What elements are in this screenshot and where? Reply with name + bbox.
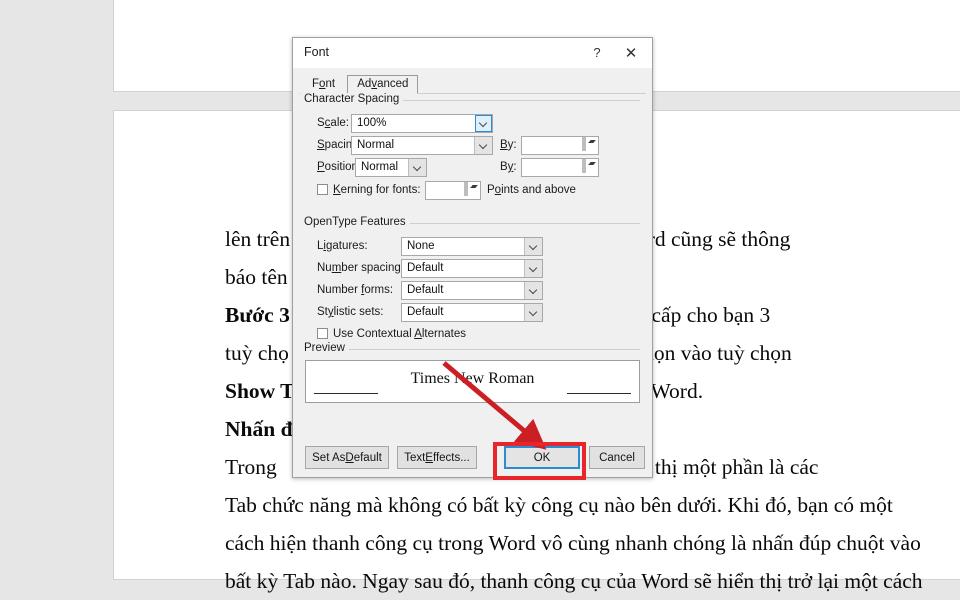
number-spacing-row: Number spacing: Default [293,259,652,278]
number-spacing-label: Number spacing: [317,262,404,274]
group-rule [303,349,640,350]
spinner-buttons[interactable] [464,182,479,198]
character-spacing-label: Character Spacing [300,93,404,105]
position-row: Position: Normal By: [293,158,652,177]
doc-text-run-bold: Show T [225,379,295,403]
cancel-button[interactable]: Cancel [589,446,645,469]
preview-sample-text: Times New Roman [410,370,535,387]
spinner-buttons[interactable] [582,137,597,153]
chevron-down-icon[interactable] [524,304,542,321]
stylistic-sets-value: Default [407,306,444,318]
tab-advanced[interactable]: Advanced [347,75,419,94]
stylistic-sets-row: Stylistic sets: Default [293,303,652,322]
preview-box: Times New Roman [305,360,640,403]
number-forms-combobox[interactable]: Default [401,281,543,300]
contextual-alternates-label: Use Contextual Alternates [333,328,466,340]
kerning-spinner[interactable] [425,181,481,200]
number-forms-row: Number forms: Default [293,281,652,300]
position-combobox[interactable]: Normal [355,158,427,177]
preview-label: Preview [300,342,349,354]
doc-text-run: tuỳ chọ [225,341,289,365]
preview-rule-left [314,393,378,394]
close-icon[interactable]: ✕ [616,38,646,67]
dialog-titlebar: Font ? ✕ [293,38,652,68]
stylistic-sets-label: Stylistic sets: [317,306,384,318]
doc-text-run-bold: Nhấn đ [225,417,293,441]
number-forms-label: Number forms: [317,284,394,296]
help-icon[interactable]: ? [582,38,612,67]
spinner-down-icon[interactable] [584,137,596,151]
scale-combobox[interactable]: 100% [351,114,493,133]
kerning-row: Kerning for fonts: Points and above [293,181,652,200]
dialog-title: Font [304,45,330,59]
chevron-down-icon[interactable] [524,260,542,277]
preview-rule-right [567,393,631,394]
chevron-down-icon[interactable] [474,137,492,154]
opentype-label: OpenType Features [300,216,410,228]
scale-label: Scale: [317,117,349,129]
spacing-by-spinner[interactable] [521,136,599,155]
spacing-combobox[interactable]: Normal [351,136,493,155]
doc-text-run: Trong [225,455,277,479]
doc-text-run: lên trên [225,227,291,251]
spinner-down-icon[interactable] [584,159,596,173]
spacing-value: Normal [357,139,395,151]
doc-line: bất kỳ Tab nào. Ngay sau đó, thanh công … [225,569,923,593]
doc-text-run-bold: Bước 3 [225,303,290,327]
position-by-label: By: [500,161,517,173]
scale-row: Scale: 100% [293,114,652,133]
spinner-buttons[interactable] [582,159,597,175]
number-spacing-value: Default [407,262,444,274]
number-spacing-combobox[interactable]: Default [401,259,543,278]
ligatures-row: Ligatures: None [293,237,652,256]
doc-line: cách hiện thanh công cụ trong Word vô cù… [225,531,921,555]
ligatures-label: Ligatures: [317,240,368,252]
position-by-spinner[interactable] [521,158,599,177]
tab-font[interactable]: Font [303,76,344,93]
ok-highlight-annotation [493,442,586,480]
number-forms-value: Default [407,284,444,296]
scale-value: 100% [357,117,387,129]
chevron-down-icon[interactable] [408,159,426,176]
position-value: Normal [361,161,399,173]
dialog-tabs: Font Advanced [293,75,652,94]
stylistic-sets-combobox[interactable]: Default [401,303,543,322]
contextual-alternates-checkbox[interactable] [317,328,328,339]
chevron-down-icon[interactable] [475,115,492,132]
doc-text-run: báo tên [225,265,288,289]
ligatures-combobox[interactable]: None [401,237,543,256]
points-label: Points and above [487,184,576,196]
kerning-label: Kerning for fonts: [333,184,421,196]
spacing-by-label: By: [500,139,517,151]
doc-line: Tab chức năng mà không có bất kỳ công cụ… [225,493,893,517]
text-effects-button[interactable]: Text Effects... [397,446,477,469]
chevron-down-icon[interactable] [524,282,542,299]
set-as-default-button[interactable]: Set As Default [305,446,389,469]
spacing-row: Spacing: Normal By: [293,136,652,155]
ligatures-value: None [407,240,435,252]
chevron-down-icon[interactable] [524,238,542,255]
spinner-down-icon[interactable] [466,182,478,196]
kerning-checkbox[interactable] [317,184,328,195]
font-dialog: Font ? ✕ Font Advanced Character Spacing… [292,37,653,478]
